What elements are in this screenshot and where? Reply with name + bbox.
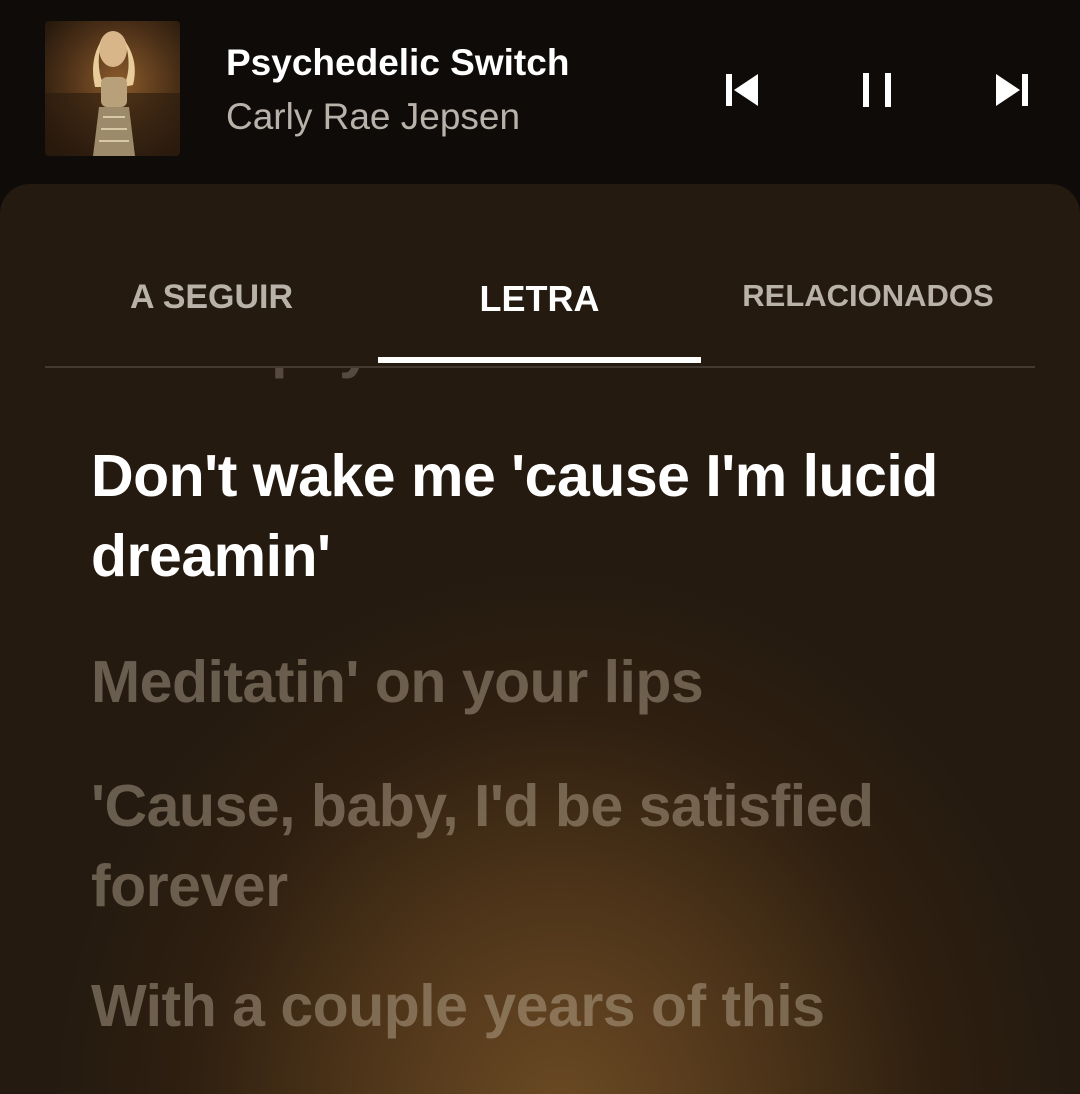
tab-related[interactable]: RELACIONADOS — [701, 278, 1035, 322]
track-title[interactable]: Psychedelic Switch — [226, 42, 569, 84]
lyric-line-previous: Like a psychedelic switch — [91, 368, 991, 386]
track-artist[interactable]: Carly Rae Jepsen — [226, 96, 520, 138]
music-player-screen: Psychedelic Switch Carly Rae Jepsen A SE… — [0, 0, 1080, 1094]
lyric-line: 'Cause, baby, I'd be satisfied forever — [91, 773, 874, 919]
tab-selected-indicator — [378, 357, 701, 363]
lyric-line: Meditatin' on your lips — [91, 649, 704, 715]
pause-icon — [863, 73, 891, 107]
tab-lyrics[interactable]: LETRA — [378, 278, 701, 322]
bottom-sheet: A SEGUIR LETRA RELACIONADOS Like a psych… — [0, 184, 1080, 1094]
lyric-line: With a couple years of this — [91, 973, 825, 1039]
lyric-line-current: Don't wake me 'cause I'm lucid dreamin' — [91, 443, 938, 589]
skip-next-icon — [996, 74, 1028, 106]
mini-player[interactable]: Psychedelic Switch Carly Rae Jepsen — [0, 0, 1080, 184]
previous-button[interactable] — [712, 60, 772, 120]
next-button[interactable] — [982, 60, 1042, 120]
album-art — [45, 21, 180, 156]
tab-bar: A SEGUIR LETRA RELACIONADOS — [45, 184, 1035, 368]
skip-previous-icon — [726, 74, 758, 106]
pause-button[interactable] — [847, 60, 907, 120]
tab-up-next[interactable]: A SEGUIR — [45, 278, 378, 322]
lyrics-panel[interactable]: Like a psychedelic switch Don't wake me … — [0, 368, 1080, 1094]
